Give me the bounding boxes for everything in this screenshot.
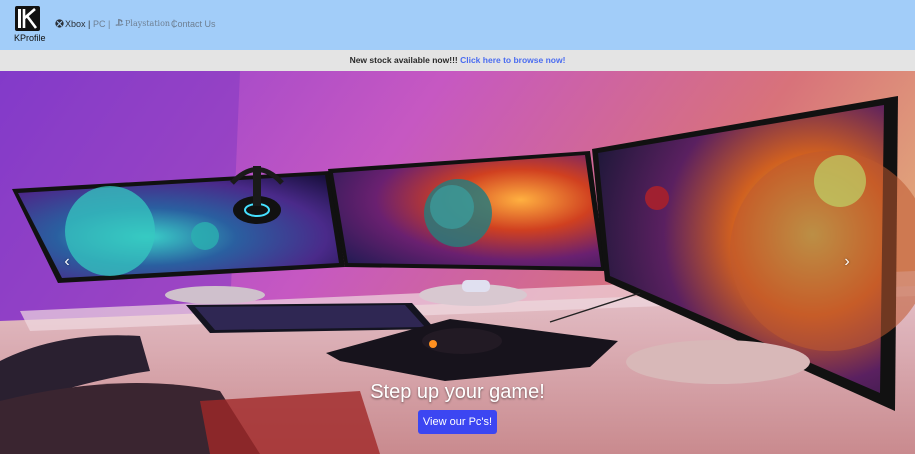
navbar: KProfile Xbox | PC | Playstation | Conta… [0,0,915,50]
brand-name: KProfile [14,33,46,43]
nav-item-pc[interactable]: PC | [93,18,110,30]
nav-contact-label: Contact Us [171,19,216,29]
brand-link[interactable]: KProfile [12,5,46,43]
nav-item-contact[interactable]: Contact Us [171,18,216,30]
kprofile-logo [15,6,40,31]
nav-item-playstation[interactable]: Playstation | [115,18,175,30]
banner-browse-link[interactable]: Click here to browse now! [460,55,565,65]
nav-playstation-label: Playstation | [125,19,176,28]
nav-xbox-label: Xbox | [65,19,91,29]
chevron-right-icon[interactable]: › [840,252,854,272]
nav-item-xbox[interactable]: Xbox | [55,18,90,30]
stock-banner: New stock available now!!! Click here to… [0,50,915,71]
xbox-icon [55,19,64,28]
banner-text: New stock available now!!! [349,55,461,65]
hero-carousel: ‹ › Step up your game! View our Pc's! [0,71,915,454]
hero-title: Step up your game! [370,381,545,403]
nav-pc-label: PC | [93,19,111,29]
playstation-icon [115,18,124,27]
view-pcs-button[interactable]: View our Pc's! [418,410,497,434]
chevron-left-icon[interactable]: ‹ [60,252,74,272]
